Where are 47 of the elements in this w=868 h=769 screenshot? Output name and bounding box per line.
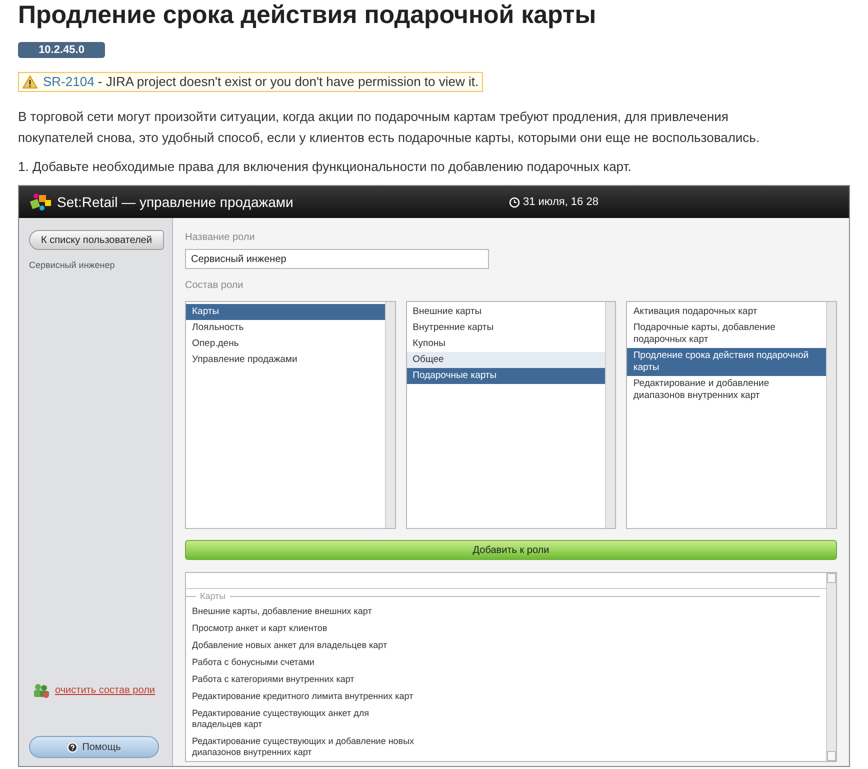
help-button[interactable]: Помощь [29,736,159,758]
permission-item[interactable]: Редактирование кредитного лимита внутренних карт [186,688,426,705]
field-label: Название роли [185,231,256,245]
role-name-field[interactable]: Сервисный инженер [185,249,489,269]
date-time: 31 июля, 16 28 [523,195,598,210]
add-to-role-button[interactable]: Добавить к роли [185,540,837,560]
list-item[interactable]: Активация подарочных карт [627,304,826,320]
step-text: 1. Добавьте необходимые права для включения функциональности по добавлению подарочных карт. [18,158,632,176]
list-item[interactable]: Управление продажами [186,352,385,368]
scrollbar[interactable] [605,302,616,528]
list-item[interactable]: Купоны [406,336,606,352]
back-button[interactable]: К списку пользователей [29,230,164,250]
scrollbar[interactable] [826,573,836,761]
permission-item[interactable]: Редактирование существующих анкет для владельцев карт [186,705,426,733]
group-header: Карты [200,590,226,603]
list-item[interactable]: Продление срока действия подарочной карты [627,348,826,376]
permission-item[interactable]: Просмотр анкет и карт клиентов [186,620,426,637]
role-name: Сервисный инженер [29,259,116,272]
logo-icon [29,192,53,212]
list-item[interactable]: Внутренние карты [406,320,606,336]
issue-link[interactable]: SR-2104 [43,74,94,89]
help-icon [67,742,78,752]
version-badge: 10.2.45.0 [18,42,105,58]
list-item[interactable]: Редактирование и добавление диапазонов внутренних карт [627,376,826,404]
warning-icon [22,75,38,89]
list-item[interactable]: Подарочные карты [406,368,606,384]
list-item[interactable]: Лояльность [186,320,385,336]
clear-role-link[interactable]: очистить состав роли [55,683,155,698]
users-icon [33,683,51,698]
permission-item[interactable]: Добавление новых анкет для владельцев карт [186,637,426,654]
scrollbar[interactable] [826,302,836,528]
permission-item[interactable]: Редактирование существующих и добавление новых диапазонов внутренних карт [186,733,426,761]
clock-icon [509,196,520,208]
list-item[interactable]: Опер.день [186,336,385,352]
permission-item[interactable]: Работа с бонусными счетами [186,654,426,671]
permission-item[interactable]: Внешние карты, добавление внешних карт [186,603,426,620]
permission-item[interactable]: Работа с категориями внутренних карт [186,671,426,688]
list-item[interactable]: Внешние карты [406,304,606,320]
page-title: Продление срока действия подарочной карты [18,0,598,30]
intro-paragraph: В торговой сети могут произойти ситуации, когда акции по подарочным картам требуют продления, для привлечения покупателей снова, это удобный способ, если у клиентов есть подарочные карты, которыми они еще не воспользовались. [18,108,761,147]
field-label: Состав роли [185,279,244,293]
list-item[interactable]: Общее [406,352,606,368]
list-item[interactable]: Подарочные карты, добавление подарочных карт [627,320,826,348]
scrollbar[interactable] [384,302,395,528]
list-item[interactable]: Карты [186,304,385,320]
app-title: Set:Retail — управление продажами [57,192,294,212]
warning-text: - JIRA project doesn't exist or you don't have permission to view it. [96,74,479,89]
